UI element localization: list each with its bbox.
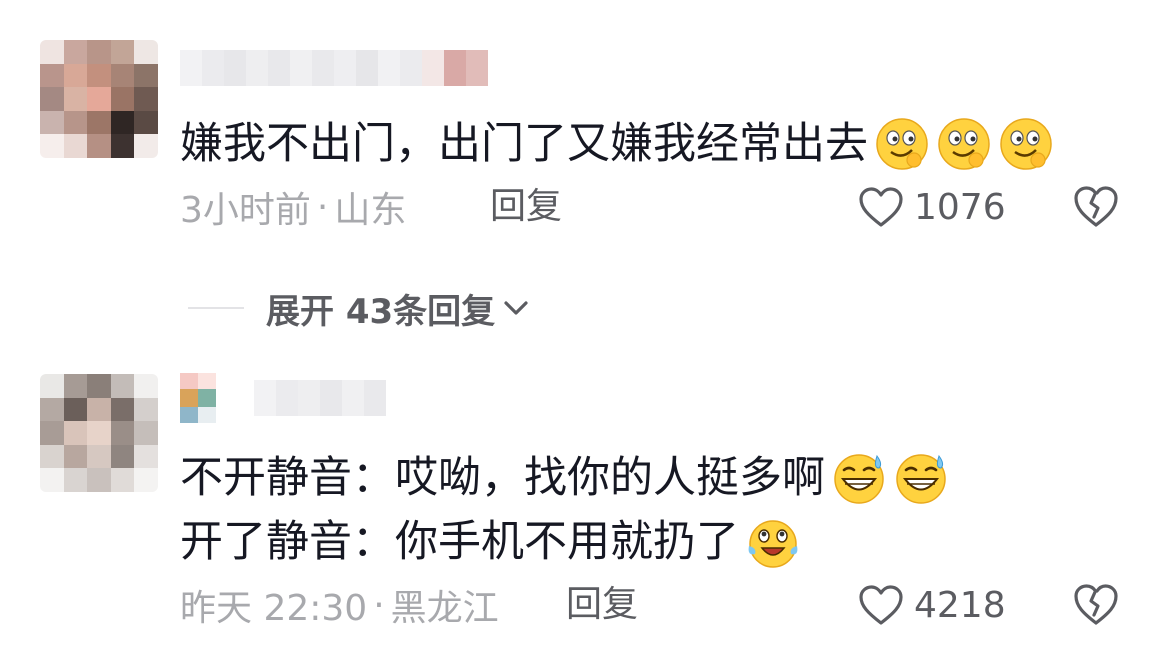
reply-button[interactable]: 回复	[490, 183, 562, 231]
comment-location: 山东	[334, 190, 407, 231]
reply-button[interactable]: 回复	[566, 581, 638, 629]
tears-of-joy-emoji	[748, 520, 798, 568]
comment-body: 嫌我不出门，出门了又嫌我经常出去	[180, 112, 1054, 176]
comment-text-line: 开了静音：你手机不用就扔了	[180, 517, 739, 567]
blurred-username	[180, 50, 488, 86]
comment-meta: 3小时前 · 山东	[180, 183, 407, 232]
meta-separator: ·	[373, 584, 385, 626]
expand-replies-label: 展开 43条回复	[266, 291, 496, 332]
smirk-emoji	[1000, 118, 1052, 170]
smirk-emoji	[876, 118, 928, 170]
broken-heart-icon[interactable]	[1072, 581, 1120, 629]
like-count: 1076	[914, 186, 1006, 228]
chevron-down-icon	[504, 301, 528, 315]
comment-time: 昨天 22:30	[180, 588, 368, 629]
blurred-username	[254, 380, 386, 416]
comment-location: 黑龙江	[390, 588, 499, 629]
broken-heart-icon[interactable]	[1072, 183, 1120, 231]
comment-body: 不开静音：哎呦，找你的人挺多啊 开了静音：你手机不用就扔了	[180, 446, 949, 574]
username[interactable]	[180, 48, 488, 88]
sweat-grin-emoji	[834, 454, 884, 504]
heart-outline-icon	[859, 585, 903, 625]
smirk-emoji	[938, 118, 990, 170]
like-button[interactable]: 4218	[858, 581, 1006, 629]
comment-list: 嫌我不出门，出门了又嫌我经常出去 3小时前 · 山东 回复 1076 展开 43…	[0, 0, 1170, 661]
heart-outline-icon	[859, 187, 903, 227]
meta-separator: ·	[316, 186, 329, 228]
comment-text-line: 不开静音：哎呦，找你的人挺多啊	[180, 453, 825, 503]
sweat-grin-emoji	[896, 454, 946, 504]
username[interactable]	[180, 373, 386, 423]
comment-text-line: 嫌我不出门，出门了又嫌我经常出去	[180, 119, 868, 169]
divider	[188, 307, 244, 309]
like-button[interactable]: 1076	[858, 183, 1006, 231]
like-count: 4218	[914, 584, 1006, 626]
avatar[interactable]	[40, 374, 158, 492]
avatar[interactable]	[40, 40, 158, 158]
comment-time: 3小时前	[180, 190, 311, 231]
blurred-username-badge	[180, 373, 240, 423]
expand-replies-button[interactable]: 展开 43条回复	[188, 282, 531, 334]
comment-meta: 昨天 22:30 · 黑龙江	[180, 581, 499, 630]
